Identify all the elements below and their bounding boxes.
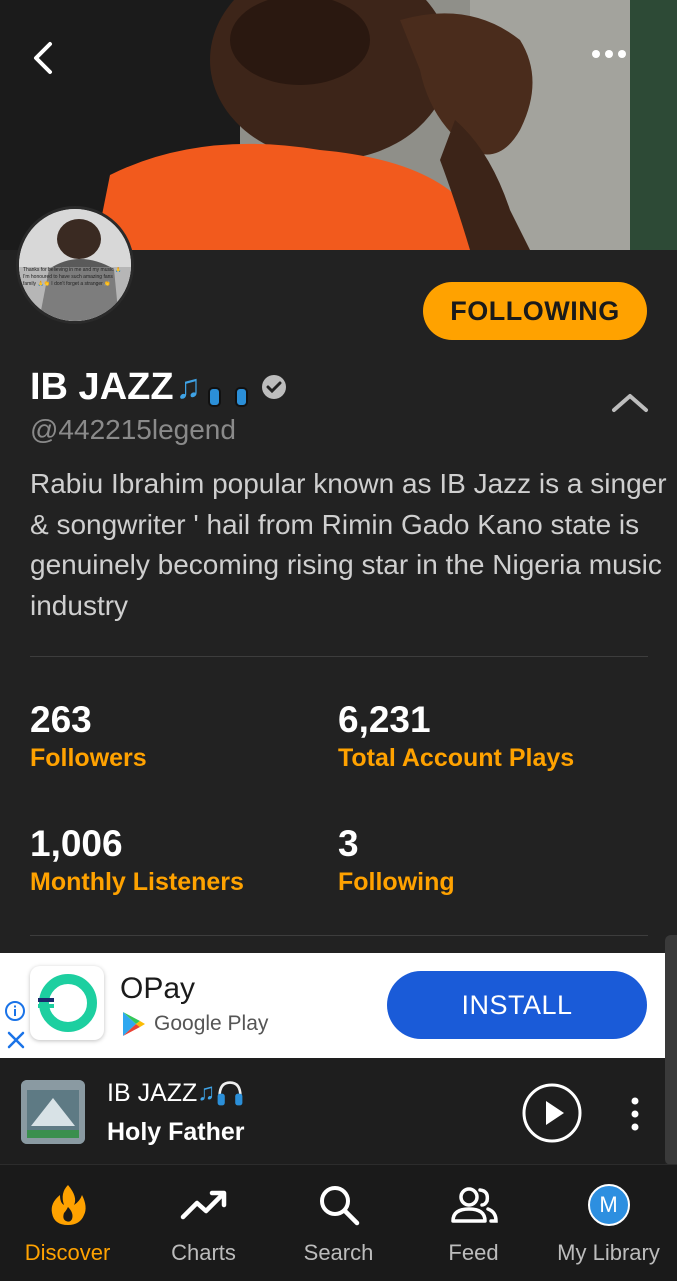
nav-label: Charts <box>171 1240 236 1265</box>
nav-discover[interactable]: Discover <box>0 1180 135 1272</box>
album-art <box>21 1080 85 1144</box>
stat-label: Following <box>338 868 455 896</box>
profile-avatar[interactable]: Thanks for believing in me and my music … <box>16 206 134 324</box>
stat-total-plays: 6,231 Total Account Plays <box>338 698 574 773</box>
track-title: Holy Father <box>107 1118 245 1146</box>
stat-label: Total Account Plays <box>338 744 575 772</box>
users-icon <box>450 1187 498 1223</box>
more-options-button[interactable] <box>584 36 634 72</box>
opay-logo-icon <box>38 974 97 1032</box>
close-icon[interactable] <box>6 1030 26 1050</box>
divider <box>30 656 648 657</box>
more-horizontal-icon <box>592 50 626 58</box>
chevron-left-icon <box>34 42 52 74</box>
nav-label: My Library <box>557 1240 660 1265</box>
stat-label: Followers <box>30 744 147 772</box>
stat-following[interactable]: 3 Following <box>338 822 455 897</box>
play-icon <box>522 1083 582 1143</box>
nav-my-library[interactable]: M My Library <box>541 1180 676 1272</box>
following-button[interactable]: FOLLOWING <box>423 282 647 340</box>
install-button[interactable]: INSTALL <box>387 971 647 1039</box>
ad-store: Google Play <box>120 1010 268 1038</box>
verified-check-icon <box>262 375 287 399</box>
back-button[interactable] <box>22 36 66 80</box>
play-button[interactable] <box>521 1082 583 1144</box>
stat-value: 6,231 <box>338 699 431 740</box>
nav-feed[interactable]: Feed <box>406 1180 541 1272</box>
track-artist: IB JAZZ ♫ <box>107 1078 245 1108</box>
nav-label: Search <box>303 1240 374 1265</box>
artist-name: IB JAZZ <box>30 365 174 408</box>
music-notes-icon: ♫ <box>175 367 202 406</box>
artist-handle: @442215legend <box>30 414 236 445</box>
opay-logo[interactable] <box>30 966 104 1040</box>
stat-followers[interactable]: 263 Followers <box>30 698 147 773</box>
trending-up-icon <box>180 1190 226 1220</box>
nav-label: Discover <box>24 1240 111 1265</box>
stat-value: 1,006 <box>30 823 123 864</box>
nav-charts[interactable]: Charts <box>136 1180 271 1272</box>
nav-label: Feed <box>448 1240 499 1265</box>
stat-monthly-listeners: 1,006 Monthly Listeners <box>30 822 244 897</box>
music-notes-icon: ♫ <box>197 1079 216 1106</box>
search-icon <box>319 1186 359 1226</box>
stat-value: 263 <box>30 699 92 740</box>
avatar-caption: Thanks for believing in me and my music … <box>23 267 122 287</box>
more-vertical-icon <box>631 1097 639 1131</box>
player-more-button[interactable] <box>624 1094 646 1134</box>
stat-label: Monthly Listeners <box>30 868 244 896</box>
headphones-icon <box>217 1081 243 1106</box>
google-play-icon <box>123 1012 145 1036</box>
info-icon[interactable] <box>4 1000 26 1022</box>
stat-value: 3 <box>338 823 359 864</box>
divider <box>30 935 648 936</box>
ad-store-label: Google Play <box>154 1012 269 1035</box>
headphones-icon <box>208 368 249 407</box>
artist-bio: Rabiu Ibrahim popular known as IB Jazz i… <box>30 468 667 621</box>
track-artist-name: IB JAZZ <box>107 1078 198 1107</box>
track-thumbnail[interactable] <box>21 1080 85 1144</box>
artist-name-row: IB JAZZ ♫ <box>30 362 287 412</box>
collapse-bio-button[interactable] <box>608 384 652 420</box>
flame-icon <box>51 1185 86 1225</box>
chevron-up-icon <box>612 394 648 412</box>
scrollbar[interactable] <box>665 935 677 1165</box>
ad-app-name[interactable]: OPay <box>120 972 195 1006</box>
avatar-icon: M <box>587 1184 630 1226</box>
nav-search[interactable]: Search <box>271 1180 406 1272</box>
